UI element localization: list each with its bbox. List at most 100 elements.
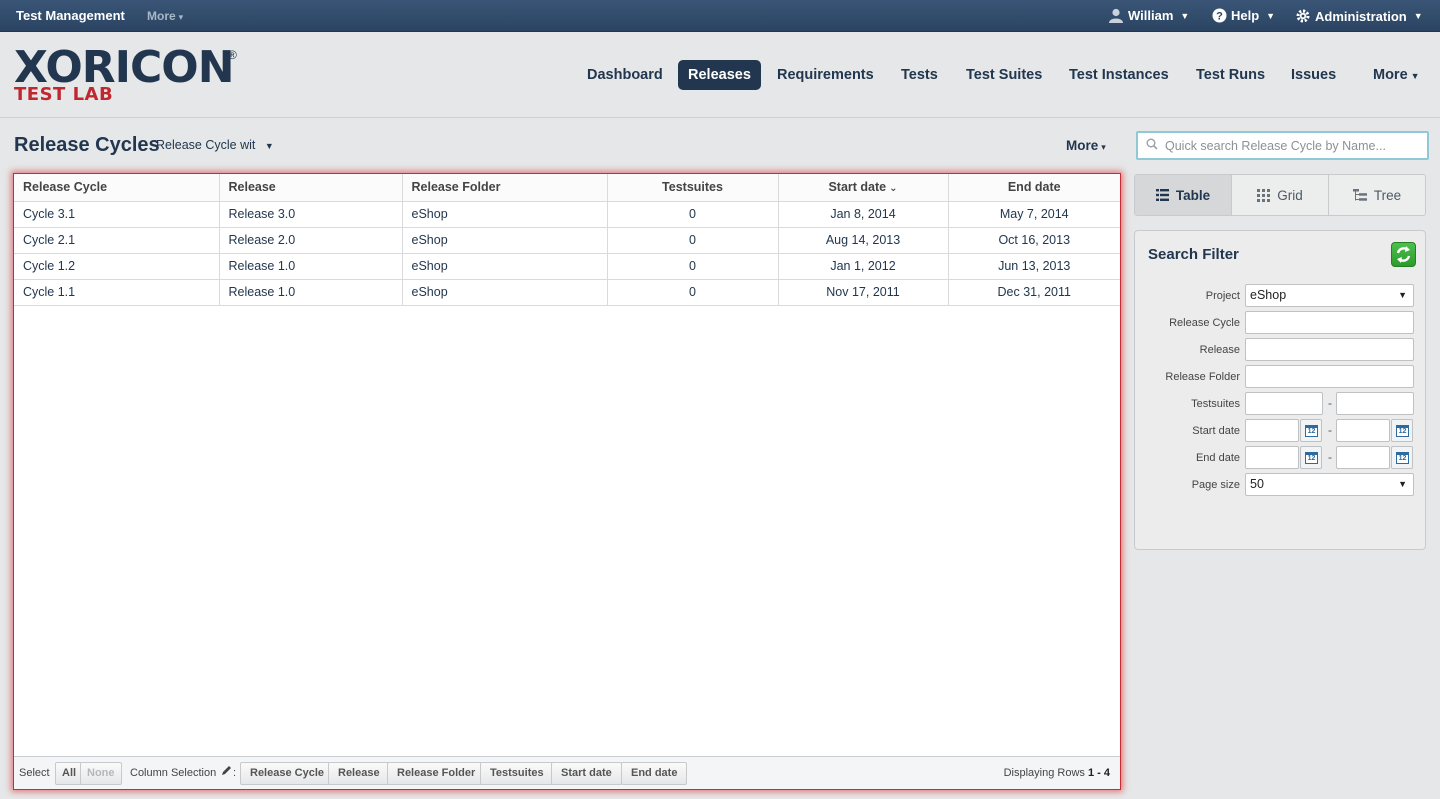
nav-test-instances[interactable]: Test Instances (1059, 60, 1179, 90)
column-header-release-cycle[interactable]: Release Cycle (14, 174, 220, 202)
cell-release[interactable]: Release 1.0 (219, 253, 403, 280)
administration-menu[interactable]: Administration ▼ (1295, 8, 1423, 24)
cell-release[interactable]: Release 2.0 (219, 227, 403, 254)
page-size-select[interactable]: 50 (1245, 473, 1414, 496)
column-toggle-end-date[interactable]: End date (621, 762, 688, 785)
chevron-down-icon: ▼ (1266, 10, 1276, 21)
tab-grid-view[interactable]: Grid (1232, 175, 1329, 215)
calendar-icon[interactable]: 12 (1391, 419, 1413, 442)
cell-release-folder[interactable]: eShop (402, 279, 608, 306)
column-selection-label: Column Selection (130, 767, 217, 779)
end-date-from-input[interactable] (1245, 446, 1299, 469)
chevron-down-icon: ▼ (1180, 10, 1190, 21)
page-more-menu[interactable]: More ▾ (1066, 138, 1106, 153)
nav-releases[interactable]: Releases (678, 60, 761, 90)
cell-release-cycle[interactable]: Cycle 3.1 (14, 201, 220, 228)
cell-release-folder[interactable]: eShop (402, 201, 608, 228)
page-more-label: More (1066, 138, 1099, 153)
cell-testsuites[interactable]: 0 (607, 253, 779, 280)
column-header-release[interactable]: Release (219, 174, 403, 202)
end-date-to-input[interactable] (1336, 446, 1390, 469)
nav-issues[interactable]: Issues (1281, 60, 1346, 90)
start-date-from-input[interactable] (1245, 419, 1299, 442)
column-header-end-date[interactable]: End date (948, 174, 1120, 202)
column-header-release-folder[interactable]: Release Folder (402, 174, 608, 202)
column-toggle-release-cycle[interactable]: Release Cycle (240, 762, 334, 785)
tab-table-label: Table (1175, 187, 1211, 203)
nav-dashboard[interactable]: Dashboard (577, 60, 673, 90)
pencil-icon[interactable] (220, 765, 232, 780)
calendar-icon[interactable]: 12 (1300, 446, 1322, 469)
column-toggle-testsuites[interactable]: Testsuites (480, 762, 554, 785)
release-cycle-filter-input[interactable] (1245, 311, 1414, 334)
column-selection-colon: : (233, 767, 237, 779)
column-toggle-release-folder[interactable]: Release Folder (387, 762, 486, 785)
cell-release-cycle[interactable]: Cycle 1.1 (14, 279, 220, 306)
nav-test-runs[interactable]: Test Runs (1186, 60, 1275, 90)
topbar-more-menu[interactable]: More ▾ (147, 9, 183, 23)
testsuites-max-input[interactable] (1336, 392, 1414, 415)
administration-label: Administration (1315, 8, 1407, 24)
cell-release[interactable]: Release 3.0 (219, 201, 403, 228)
project-select-value: eShop (1250, 288, 1287, 302)
table-row[interactable]: Cycle 1.1 Release 1.0 eShop 0 Nov 17, 20… (14, 279, 1120, 306)
refresh-button[interactable] (1391, 242, 1416, 267)
nav-requirements[interactable]: Requirements (767, 60, 884, 90)
help-icon: ? (1212, 8, 1227, 23)
table-row[interactable]: Cycle 2.1 Release 2.0 eShop 0 Aug 14, 20… (14, 227, 1120, 254)
cell-release-cycle[interactable]: Cycle 2.1 (14, 227, 220, 254)
quick-search-box[interactable] (1136, 131, 1429, 160)
range-separator: - (1328, 423, 1332, 437)
xoricon-logo[interactable]: XORICON ® TEST LAB (14, 46, 244, 106)
release-folder-filter-input[interactable] (1245, 365, 1414, 388)
quick-search-input[interactable] (1165, 136, 1420, 155)
table-row[interactable]: Cycle 1.2 Release 1.0 eShop 0 Jan 1, 201… (14, 253, 1120, 280)
cell-release-cycle[interactable]: Cycle 1.2 (14, 253, 220, 280)
project-label: Project (1205, 290, 1240, 302)
cell-testsuites[interactable]: 0 (607, 227, 779, 254)
cell-testsuites[interactable]: 0 (607, 201, 779, 228)
project-select[interactable]: eShop (1245, 284, 1414, 307)
cell-end-date[interactable]: May 7, 2014 (948, 201, 1120, 228)
tab-table-view[interactable]: Table (1135, 175, 1232, 215)
calendar-icon[interactable]: 12 (1391, 446, 1413, 469)
release-filter-input[interactable] (1245, 338, 1414, 361)
tab-tree-view[interactable]: Tree (1329, 175, 1425, 215)
displaying-rows-label: Displaying Rows (1003, 767, 1085, 779)
cell-start-date[interactable]: Jan 8, 2014 (778, 201, 949, 228)
gear-icon (1296, 9, 1310, 23)
cell-end-date[interactable]: Oct 16, 2013 (948, 227, 1120, 254)
cell-start-date[interactable]: Nov 17, 2011 (778, 279, 949, 306)
testsuites-min-input[interactable] (1245, 392, 1323, 415)
column-header-testsuites[interactable]: Testsuites (607, 174, 779, 202)
nav-tests[interactable]: Tests (891, 60, 948, 90)
cell-release-folder[interactable]: eShop (402, 253, 608, 280)
table-header-row: Release Cycle Release Release Folder Tes… (14, 174, 1120, 202)
nav-test-suites[interactable]: Test Suites (956, 60, 1052, 90)
column-toggle-release[interactable]: Release (328, 762, 390, 785)
cell-release[interactable]: Release 1.0 (219, 279, 403, 306)
user-menu[interactable]: William ▼ (1108, 8, 1189, 23)
column-toggle-start-date[interactable]: Start date (551, 762, 622, 785)
app-menu-test-management[interactable]: Test Management (16, 8, 125, 23)
cell-start-date[interactable]: Aug 14, 2013 (778, 227, 949, 254)
cell-end-date[interactable]: Dec 31, 2011 (948, 279, 1120, 306)
start-date-to-input[interactable] (1336, 419, 1390, 442)
cell-start-date[interactable]: Jan 1, 2012 (778, 253, 949, 280)
cell-testsuites[interactable]: 0 (607, 279, 779, 306)
start-date-header-label: Start date (828, 180, 887, 195)
select-none-button[interactable]: None (80, 762, 122, 785)
calendar-icon[interactable]: 12 (1300, 419, 1322, 442)
select-all-button[interactable]: All (55, 762, 84, 785)
user-name: William (1128, 8, 1174, 23)
start-date-filter-label: Start date (1192, 425, 1240, 437)
table-row[interactable]: Cycle 3.1 Release 3.0 eShop 0 Jan 8, 201… (14, 201, 1120, 228)
grid-footer: Select All None Column Selection : Relea… (14, 756, 1120, 789)
column-header-start-date[interactable]: Start date ⌄ (778, 174, 949, 202)
cell-release-folder[interactable]: eShop (402, 227, 608, 254)
saved-view-dropdown[interactable]: Release Cycle wit ▼ (156, 138, 274, 152)
nav-more-menu[interactable]: More ▼ (1363, 60, 1430, 90)
user-icon (1109, 8, 1123, 23)
cell-end-date[interactable]: Jun 13, 2013 (948, 253, 1120, 280)
help-menu[interactable]: ? Help ▼ (1212, 8, 1275, 23)
